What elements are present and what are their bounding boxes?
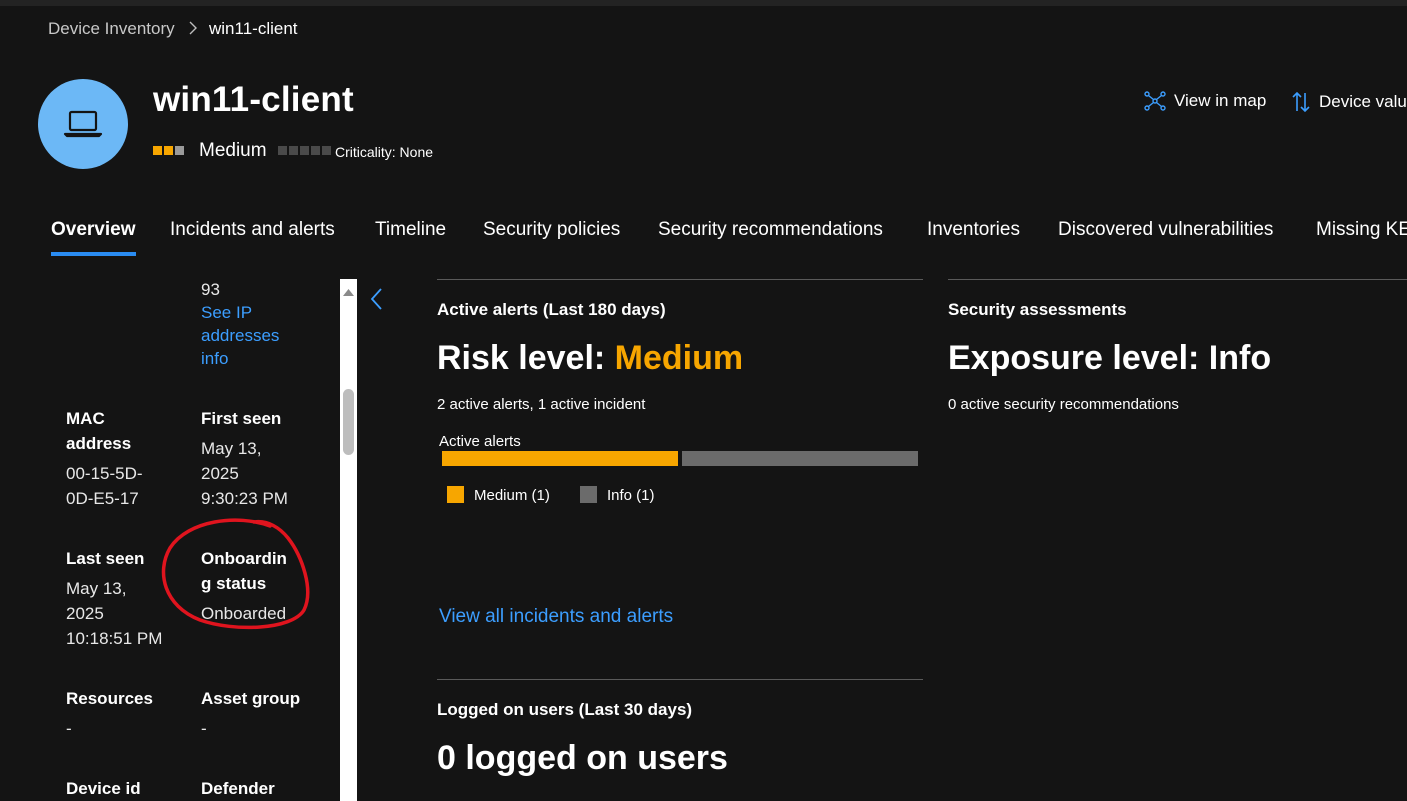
active-alerts-header: Active alerts (Last 180 days): [437, 300, 666, 319]
exposure-level-heading: Exposure level: Info: [948, 339, 1272, 377]
criticality-label: Criticality: None: [335, 144, 434, 160]
device-value-label: Device valu: [1319, 92, 1407, 111]
active-alerts-summary: 2 active alerts, 1 active incident: [437, 396, 646, 413]
map-icon: [1144, 91, 1166, 111]
criticality-square: [278, 146, 287, 155]
see-ip-addresses-link[interactable]: See IP addresses info: [201, 301, 279, 370]
criticality-square: [311, 146, 320, 155]
risk-square: [153, 146, 162, 155]
device-value-button[interactable]: Device valu: [1291, 91, 1407, 113]
risk-level-value: Medium: [614, 339, 744, 377]
last-seen-label: Last seen: [66, 549, 145, 568]
resources-value: -: [66, 719, 72, 738]
tab-incidents-and-alerts[interactable]: Incidents and alerts: [170, 219, 335, 241]
last-seen-value: 2025: [66, 604, 104, 623]
risk-square: [175, 146, 184, 155]
legend-info-swatch: [580, 486, 597, 503]
divider: [948, 279, 1407, 280]
first-seen-value: 9:30:23 PM: [201, 489, 288, 508]
see-ip-link-line: addresses: [201, 326, 280, 345]
ip-address-partial: 93: [201, 280, 220, 299]
last-seen-value: 10:18:51 PM: [66, 629, 163, 648]
annotation-circle: [161, 518, 310, 630]
tab-inventories[interactable]: Inventories: [927, 219, 1020, 241]
view-in-map-label: View in map: [1174, 91, 1267, 110]
top-strip: [0, 0, 1407, 6]
tab-discovered-vulnerabilities[interactable]: Discovered vulnerabilities: [1058, 219, 1273, 241]
scrollbar-thumb[interactable]: [343, 389, 354, 455]
device-id-label: Device id: [66, 779, 141, 798]
see-ip-link-line: See IP: [201, 303, 253, 322]
tab-security-recommendations[interactable]: Security recommendations: [658, 219, 883, 241]
first-seen-field: First seen May 13, 2025 9:30:23 PM: [201, 406, 288, 511]
logged-on-users-header: Logged on users (Last 30 days): [437, 700, 693, 719]
risk-level-heading: Risk level: Medium: [437, 339, 743, 378]
legend-medium-swatch: [447, 486, 464, 503]
breadcrumb-current: win11-client: [209, 19, 298, 38]
security-recommendations-summary: 0 active security recommendations: [948, 396, 1179, 413]
risk-level-prefix: Risk level:: [437, 339, 615, 377]
risk-level-label: Medium: [199, 140, 267, 161]
criticality-square: [300, 146, 309, 155]
logged-on-users-count: 0 logged on users: [437, 739, 728, 777]
criticality-square: [322, 146, 331, 155]
risk-square: [164, 146, 173, 155]
legend-medium-label: Medium (1): [474, 487, 550, 504]
asset-group-value: -: [201, 719, 207, 738]
see-ip-link-line: info: [201, 349, 229, 368]
active-alerts-bar-label: Active alerts: [439, 433, 521, 450]
medium-alerts-bar-segment[interactable]: [442, 451, 678, 466]
collapse-panel-chevron-icon[interactable]: [369, 288, 383, 310]
tab-missing-kbs[interactable]: Missing KE: [1316, 219, 1407, 241]
sort-arrows-icon: [1292, 91, 1310, 113]
defender-label: Defender: [201, 779, 275, 798]
legend-info-label: Info (1): [607, 487, 655, 504]
scroll-up-arrow-icon[interactable]: [342, 287, 355, 297]
resources-label: Resources: [66, 689, 153, 708]
view-in-map-button[interactable]: View in map: [1144, 91, 1266, 111]
properties-scrollbar[interactable]: [340, 279, 357, 801]
view-all-incidents-link[interactable]: View all incidents and alerts: [439, 606, 673, 628]
mac-address-label: MAC: [66, 409, 105, 428]
asset-group-field: Asset group -: [201, 686, 300, 741]
device-title: win11-client: [153, 80, 354, 119]
divider: [437, 679, 923, 680]
asset-group-label: Asset group: [201, 689, 301, 708]
chevron-right-icon: [189, 21, 197, 35]
device-avatar: [38, 79, 128, 169]
resources-field: Resources -: [66, 686, 153, 741]
risk-level-indicator: [153, 146, 184, 155]
tab-overview[interactable]: Overview: [51, 219, 136, 241]
tab-timeline[interactable]: Timeline: [375, 219, 446, 241]
mac-address-field: MAC address 00-15-5D- 0D-E5-17: [66, 406, 143, 511]
first-seen-value: May 13,: [201, 439, 262, 458]
mac-address-value: 0D-E5-17: [66, 489, 139, 508]
last-seen-field: Last seen May 13, 2025 10:18:51 PM: [66, 546, 162, 651]
mac-address-value: 00-15-5D-: [66, 464, 143, 483]
divider: [437, 279, 923, 280]
info-alerts-bar-segment[interactable]: [682, 451, 918, 466]
security-assessments-header: Security assessments: [948, 300, 1127, 319]
criticality-indicator: [278, 146, 331, 155]
tab-security-policies[interactable]: Security policies: [483, 219, 620, 241]
first-seen-value: 2025: [201, 464, 239, 483]
active-tab-indicator: [51, 252, 136, 256]
last-seen-value: May 13,: [66, 579, 127, 598]
criticality-square: [289, 146, 298, 155]
breadcrumb-device-inventory[interactable]: Device Inventory: [48, 19, 175, 39]
first-seen-label: First seen: [201, 409, 282, 428]
mac-address-label: address: [66, 434, 132, 453]
laptop-icon: [63, 110, 103, 138]
